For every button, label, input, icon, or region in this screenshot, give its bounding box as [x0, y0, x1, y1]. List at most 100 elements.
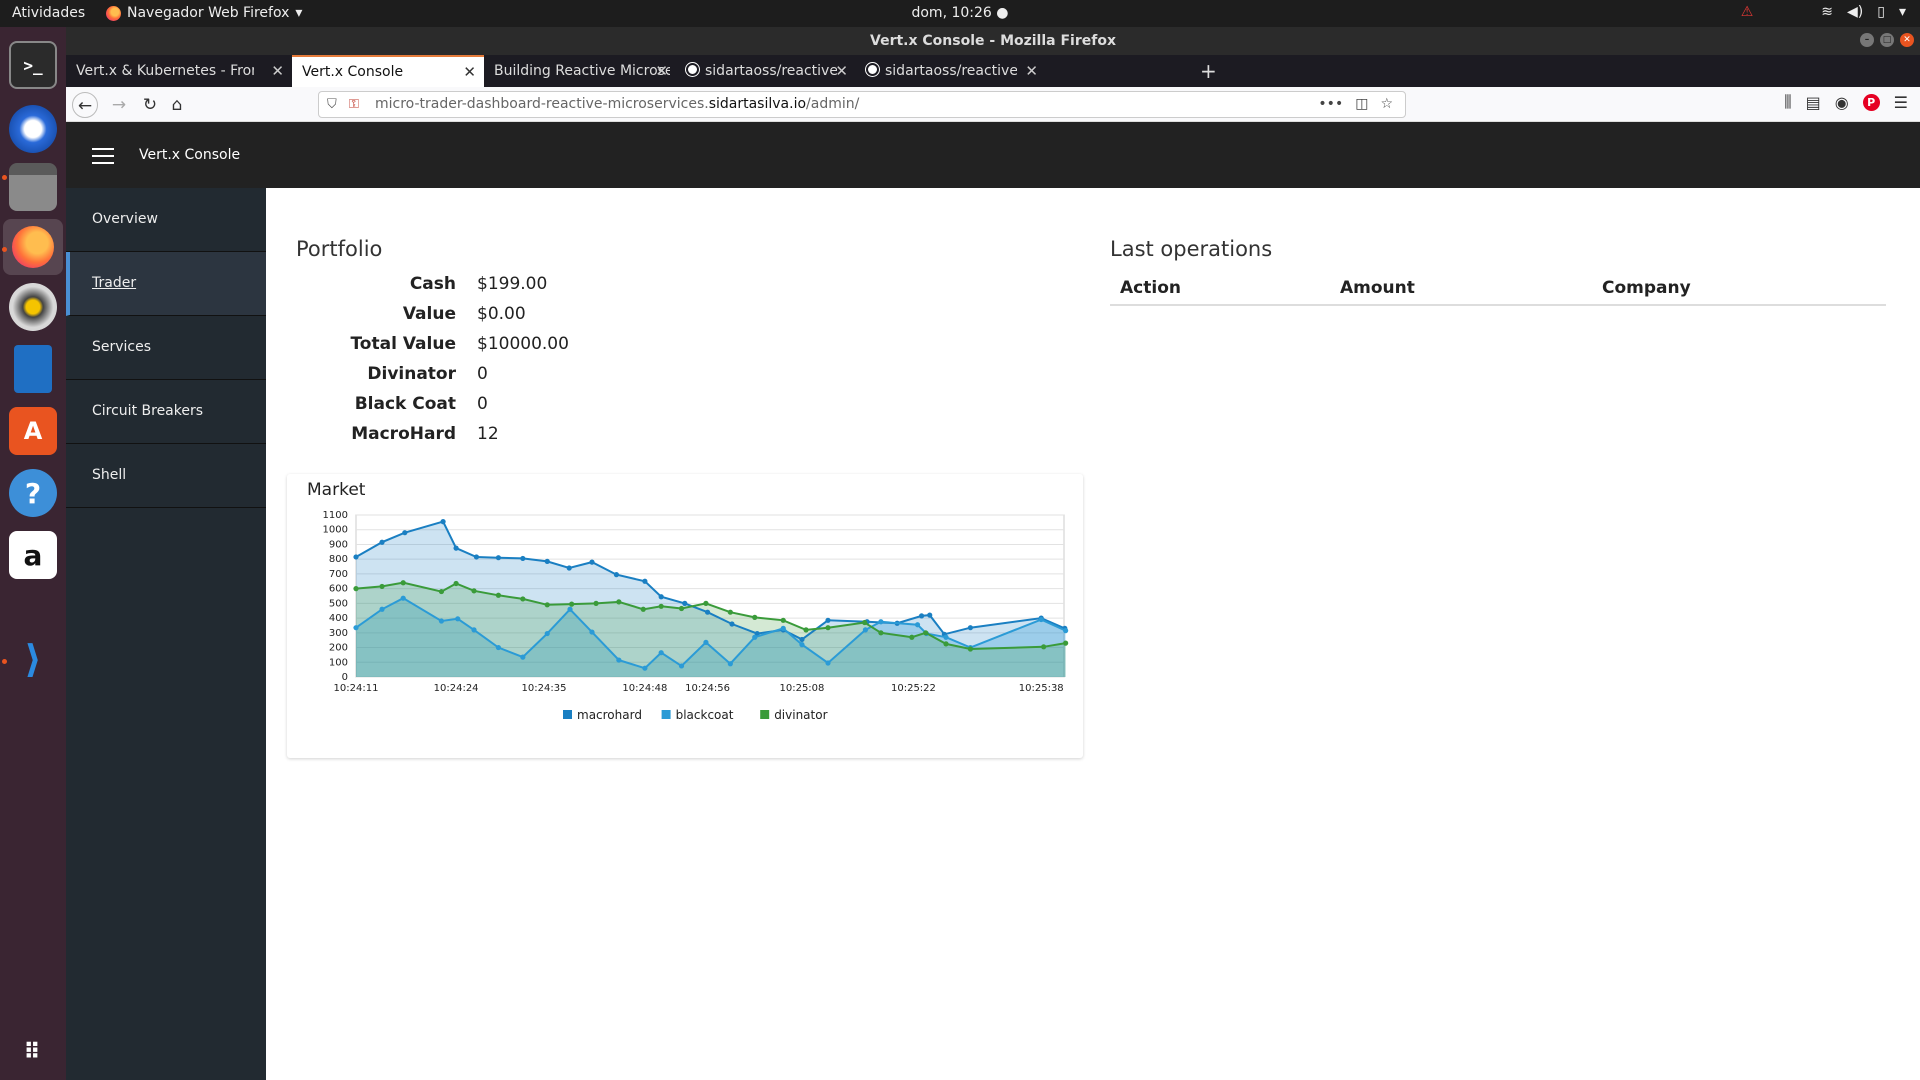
last-operations-heading: Last operations [1110, 237, 1273, 261]
column-header-company[interactable]: Company [1592, 272, 1886, 306]
sidebar-item-shell[interactable]: Shell [66, 444, 266, 508]
x-tick-label: 10:24:24 [434, 683, 479, 694]
reload-button[interactable]: ↻ [137, 92, 163, 118]
writer-dock-icon[interactable] [14, 345, 52, 393]
app-title[interactable]: Vert.x Console [139, 122, 240, 188]
vscode-dock-icon[interactable]: ⟩ [9, 635, 57, 683]
tab-github-1[interactable]: sidartaoss/reactive-micr ✕ [676, 55, 856, 87]
legend-label-divinator: divinator [774, 708, 827, 722]
y-tick-label: 1000 [323, 525, 348, 536]
point-divinator [593, 600, 599, 606]
point-blackcoat [400, 595, 406, 601]
point-blackcoat [752, 634, 758, 640]
point-macrohard [589, 559, 595, 565]
firefox-dock-icon[interactable] [3, 219, 63, 275]
clock[interactable]: dom, 10:26 ● [0, 5, 1920, 21]
y-tick-label: 0 [342, 672, 348, 683]
window-titlebar[interactable]: Vert.x Console - Mozilla Firefox – □ ✕ [66, 27, 1920, 55]
tab-github-2[interactable]: sidartaoss/reactive-micr ✕ [856, 55, 1046, 87]
page-actions-icon[interactable]: ••• [1318, 92, 1343, 117]
account-icon[interactable]: ◉ [1835, 93, 1849, 112]
terminal-dock-icon[interactable]: >_ [9, 41, 57, 89]
url-path: /admin/ [806, 96, 860, 112]
market-chart[interactable]: 0 100 200 300 400 500 600 700 800 900 1000 1100 10:2… [287, 506, 1083, 756]
tab-building-reactive[interactable]: Building Reactive Microserv ✕ [484, 55, 676, 87]
maximize-button[interactable]: □ [1880, 33, 1894, 47]
point-blackcoat [878, 619, 884, 625]
y-tick-label: 100 [329, 657, 348, 668]
show-apps-icon[interactable]: ⠿ [9, 1029, 57, 1077]
x-tick-label: 10:24:48 [622, 683, 667, 694]
tab-vertx-kubernetes[interactable]: Vert.x & Kubernetes - From ✕ [66, 55, 292, 87]
x-tick-label: 10:24:11 [334, 683, 379, 694]
sidebar-item-overview[interactable]: Overview [66, 188, 266, 252]
column-header-amount[interactable]: Amount [1330, 272, 1592, 306]
pinterest-icon[interactable]: P [1862, 93, 1880, 111]
tab-close-icon[interactable]: ✕ [655, 55, 668, 87]
insecure-lock-icon[interactable]: ⚿ [349, 92, 359, 117]
gnome-top-bar: Atividades Navegador Web Firefox ▾ dom, … [0, 0, 1920, 27]
y-tick-label: 300 [329, 628, 348, 639]
point-blackcoat [825, 660, 831, 666]
point-macrohard [682, 600, 688, 606]
tab-close-icon[interactable]: ✕ [1025, 55, 1038, 87]
wifi-icon: ≋ [1821, 4, 1834, 20]
point-blackcoat [658, 650, 664, 656]
point-divinator [379, 583, 385, 590]
tab-vertx-console[interactable]: Vert.x Console ✕ [292, 55, 484, 87]
tab-close-icon[interactable]: ✕ [835, 55, 848, 87]
shield-icon[interactable]: ⛉ [327, 92, 337, 117]
point-macrohard [967, 625, 974, 631]
url-bar[interactable]: ⛉ ⚿ micro-trader-dashboard-reactive-micr… [318, 91, 1406, 118]
url-prefix: micro-trader-dashboard-reactive-microser… [375, 96, 709, 112]
point-divinator [520, 596, 526, 602]
minimize-button[interactable]: – [1860, 33, 1874, 47]
new-tab-button[interactable]: + [1200, 55, 1217, 87]
files-dock-icon[interactable] [9, 163, 57, 211]
menu-toggle-icon[interactable] [92, 148, 114, 164]
bookmark-star-icon[interactable]: ☆ [1380, 92, 1393, 117]
system-tray[interactable]: ⚠ ≋ ◀) ▯ ▾ [1741, 4, 1906, 20]
help-dock-icon[interactable]: ? [9, 469, 57, 517]
hamburger-menu-icon[interactable]: ☰ [1894, 93, 1908, 112]
sidebar-item-services[interactable]: Services [66, 316, 266, 380]
forward-button[interactable]: → [106, 92, 132, 118]
sidebar-toggle-icon[interactable]: ▤ [1806, 93, 1821, 112]
point-divinator [640, 606, 646, 612]
point-divinator [923, 630, 929, 636]
point-macrohard [918, 613, 925, 619]
point-blackcoat [678, 663, 685, 669]
back-button[interactable]: ← [72, 92, 98, 118]
point-divinator [803, 627, 809, 633]
tab-close-icon[interactable]: ✕ [271, 55, 284, 87]
pocket-icon[interactable]: ◫ [1355, 92, 1368, 117]
sidebar-item-circuit-breakers[interactable]: Circuit Breakers [66, 380, 266, 444]
point-blackcoat [438, 618, 445, 624]
point-blackcoat [589, 629, 595, 635]
software-dock-icon[interactable]: A [9, 407, 57, 455]
warning-icon: ⚠ [1740, 4, 1754, 20]
point-macrohard [440, 519, 446, 525]
point-divinator [453, 580, 459, 587]
y-tick-label: 500 [329, 598, 348, 609]
portfolio-row-black-coat: Black Coat 0 [354, 394, 488, 414]
thunderbird-dock-icon[interactable] [9, 105, 57, 153]
sidebar-item-trader[interactable]: Trader [66, 252, 266, 316]
point-divinator [658, 603, 664, 609]
tab-close-icon[interactable]: ✕ [463, 57, 476, 87]
legend-label-blackcoat: blackcoat [676, 708, 734, 722]
close-window-button[interactable]: ✕ [1900, 33, 1914, 47]
navigation-toolbar: ← → ↻ ⌂ ⛉ ⚿ micro-trader-dashboard-react… [66, 87, 1920, 122]
main-content: Portfolio Cash $199.00 Value $0.00 Total V… [266, 188, 1920, 1080]
side-navigation: Overview Trader Services Circuit Breaker… [66, 188, 266, 1080]
rhythmbox-dock-icon[interactable] [9, 283, 57, 331]
home-button[interactable]: ⌂ [164, 92, 190, 118]
library-icon[interactable]: ⫼ [1784, 92, 1791, 112]
point-macrohard [927, 612, 933, 618]
market-card: Market 0 100 200 300 400 500 600 700 800 900 1000 1… [287, 474, 1083, 758]
amazon-dock-icon[interactable]: a [9, 531, 57, 579]
point-divinator [400, 580, 406, 586]
y-tick-label: 800 [329, 554, 348, 565]
running-indicator [2, 659, 7, 664]
column-header-action[interactable]: Action [1110, 272, 1330, 306]
